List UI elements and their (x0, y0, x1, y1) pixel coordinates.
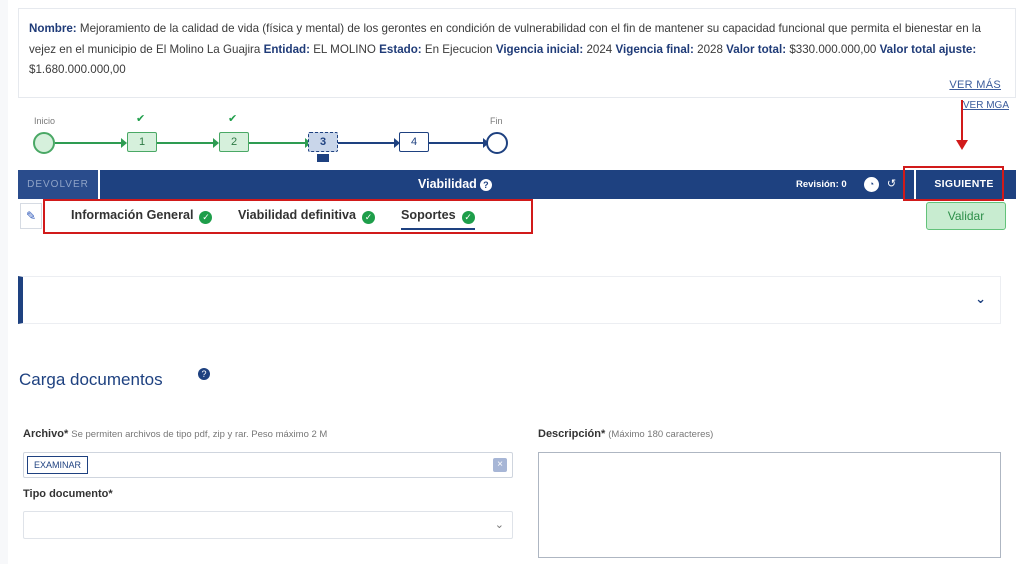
step-connector (338, 142, 398, 144)
step-end-circle (486, 132, 508, 154)
project-info-panel: Nombre: Mejoramiento de la calidad de vi… (18, 8, 1016, 98)
annotation-highlight-siguiente (903, 166, 1004, 201)
descripcion-textarea[interactable] (538, 452, 1001, 558)
valor-total-label: Valor total: (726, 42, 787, 56)
step-1[interactable]: 1 (127, 132, 157, 152)
archivo-label: Archivo* Se permiten archivos de tipo pdf… (23, 428, 327, 440)
carga-documentos-heading: Carga documentos ? (19, 368, 210, 390)
page-container: Nombre: Mejoramiento de la calidad de vi… (8, 0, 1025, 564)
section-title: Carga documentos (19, 370, 163, 389)
file-upload-field[interactable]: EXAMINAR × (23, 452, 513, 478)
vigencia-inicial-label: Vigencia inicial: (495, 42, 584, 56)
valor-ajuste-label: Valor total ajuste: (879, 42, 977, 56)
chevron-down-icon: ⌄ (494, 519, 504, 531)
step-2[interactable]: 2 (219, 132, 249, 152)
devolver-button[interactable]: DEVOLVER (18, 170, 100, 199)
step-connector (157, 142, 217, 144)
bar-title-text: Viabilidad (418, 177, 477, 191)
descripcion-hint: (Máximo 180 caracteres) (608, 429, 714, 440)
step-start-circle (33, 132, 55, 154)
valor-ajuste-value: $1.680.000.000,00 (29, 63, 126, 76)
estado-value: En Ejecucion (424, 42, 493, 56)
process-stepper: Inicio ✔ 1 ✔ 2 3 4 Fin (18, 112, 538, 162)
tipo-documento-label: Tipo documento* (23, 488, 113, 500)
action-bar: DEVOLVER Viabilidad? Revisión: 0 ◔ ↺ SIG… (18, 170, 1016, 199)
tipo-documento-select[interactable]: ⌄ (23, 511, 513, 539)
bar-title: Viabilidad? (418, 170, 492, 199)
step-3-current[interactable]: 3 (308, 132, 338, 152)
descripcion-label-text: Descripción* (538, 428, 606, 440)
clock-icon[interactable]: ◔ (864, 177, 879, 192)
chevron-down-icon[interactable]: ⌄ (975, 291, 986, 307)
current-step-marker (317, 154, 329, 162)
step-end-label: Fin (490, 116, 503, 126)
descripcion-label: Descripción* (Máximo 180 caracteres) (538, 428, 713, 440)
clear-file-icon[interactable]: × (493, 458, 507, 472)
annotation-arrow-line (961, 100, 963, 142)
step-4[interactable]: 4 (399, 132, 429, 152)
annotation-highlight-tabs (43, 199, 533, 234)
validar-button[interactable]: Validar (926, 202, 1006, 230)
step-1-check-icon: ✔ (136, 113, 146, 125)
examinar-button[interactable]: EXAMINAR (27, 456, 89, 474)
annotation-arrow-head (956, 140, 968, 150)
vigencia-final-label: Vigencia final: (615, 42, 694, 56)
help-icon[interactable]: ? (198, 368, 210, 380)
archivo-hint: Se permiten archivos de tipo pdf, zip y … (71, 429, 328, 440)
estado-label: Estado: (379, 42, 422, 56)
entidad-value: EL MOLINO (313, 42, 376, 56)
step-start-label: Inicio (34, 116, 56, 126)
valor-total-value: $330.000.000,00 (789, 42, 877, 56)
entidad-label: Entidad: (263, 42, 310, 56)
archivo-label-text: Archivo* (23, 428, 69, 440)
help-icon[interactable]: ? (479, 179, 492, 191)
step-connector (429, 142, 487, 144)
revision-label: Revisión: 0 (796, 179, 847, 190)
history-icon[interactable]: ↺ (884, 177, 899, 192)
step-2-check-icon: ✔ (228, 113, 238, 125)
step-connector (249, 142, 309, 144)
ver-mga-link[interactable]: VER MGA (963, 100, 1009, 111)
collapsed-accordion[interactable]: ⌄ (18, 276, 1001, 324)
vigencia-inicial-value: 2024 (586, 42, 613, 56)
step-connector (55, 142, 125, 144)
edit-pencil-icon[interactable]: ✎ (20, 203, 42, 229)
ver-mas-link[interactable]: VER MÁS (949, 79, 1001, 91)
vigencia-final-value: 2028 (697, 42, 723, 56)
nombre-label: Nombre: (29, 22, 77, 35)
